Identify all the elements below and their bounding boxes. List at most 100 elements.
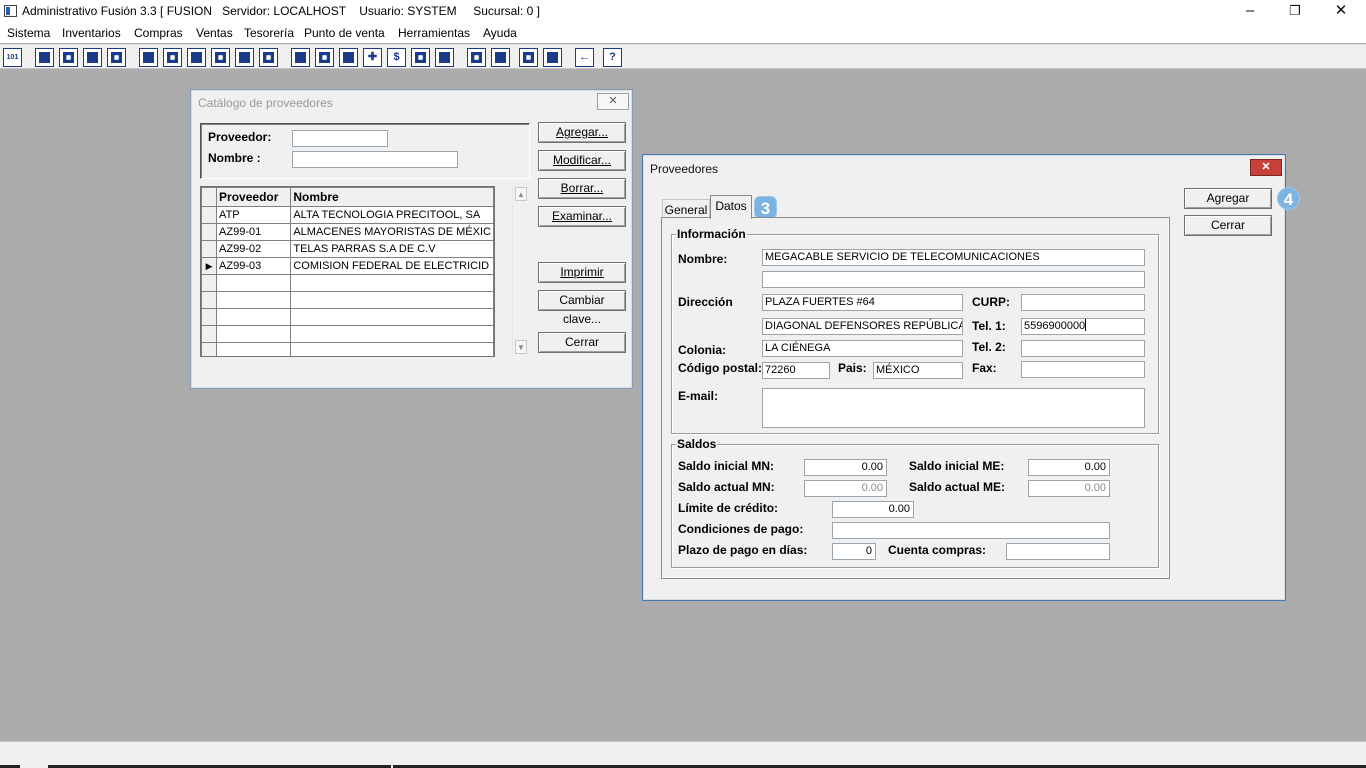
email-field[interactable] [762, 388, 1145, 428]
report-icon[interactable] [435, 48, 454, 67]
folder-icon[interactable] [163, 48, 182, 67]
limite-credito-field[interactable]: 0.00 [832, 501, 914, 518]
toolbar: 101 ✚ $ ←? [0, 44, 1366, 69]
table-row[interactable]: AZ99-02 TELAS PARRAS S.A DE C.V [201, 240, 494, 258]
step-badge-4: 4 [1277, 187, 1300, 210]
box-icon[interactable] [315, 48, 334, 67]
empty-row[interactable] [201, 325, 494, 343]
maximize-button[interactable]: ❐ [1272, 0, 1318, 23]
column-header-nombre[interactable]: Nombre [290, 187, 494, 207]
calculator-icon-glyph: 101 [6, 54, 19, 61]
scroll-down-icon[interactable]: ▼ [515, 340, 527, 354]
proveedores-cerrar-button[interactable]: Cerrar [1184, 215, 1272, 236]
menu-inventarios[interactable]: Inventarios [62, 26, 121, 40]
clipboard-icon[interactable] [59, 48, 78, 67]
table-row[interactable]: ATP ALTA TECNOLOGIA PRECITOOL, SA [201, 206, 494, 224]
fax-field[interactable] [1021, 361, 1145, 378]
saldo-inicial-mn-field[interactable]: 0.00 [804, 459, 887, 476]
menu-tesoreria[interactable]: Tesorería [244, 26, 294, 40]
refresh-icon[interactable] [519, 48, 538, 67]
printer-icon[interactable] [211, 48, 230, 67]
minimize-button[interactable]: – [1227, 0, 1273, 23]
catalog-cambiar-clave-button[interactable]: Cambiar clave... [538, 290, 626, 326]
codigo-postal-field[interactable]: 72260 [762, 362, 830, 379]
catalog-close-icon[interactable]: ✕ [597, 93, 629, 110]
cell-nombre[interactable]: TELAS PARRAS S.A DE C.V [290, 240, 494, 258]
colonia-field[interactable]: LA CIÉNEGA [762, 340, 963, 357]
cell-nombre[interactable]: ALTA TECNOLOGIA PRECITOOL, SA [290, 206, 494, 224]
catalog-cerrar-button[interactable]: Cerrar [538, 332, 626, 353]
nombre-field-1[interactable]: MEGACABLE SERVICIO DE TELECOMUNICACIONES [762, 249, 1145, 266]
add-icon[interactable]: ✚ [363, 48, 382, 67]
cell-proveedor[interactable]: AZ99-02 [216, 240, 292, 258]
proveedores-close-icon[interactable]: ✕ [1250, 159, 1282, 176]
catalog-examinar-button[interactable]: Examinar... [538, 206, 626, 227]
menu-ayuda[interactable]: Ayuda [483, 26, 517, 40]
row-indicator-selected: ▶ [201, 257, 218, 275]
limite-credito-label: Límite de crédito: [678, 501, 779, 515]
nombre-field-2[interactable] [762, 271, 1145, 288]
cell-nombre[interactable]: COMISION FEDERAL DE ELECTRICID [290, 257, 494, 275]
saldo-actual-mn-label: Saldo actual MN: [678, 480, 775, 494]
proveedor-search-input[interactable] [292, 130, 388, 147]
document-icon[interactable] [235, 48, 254, 67]
empty-row[interactable] [201, 342, 494, 356]
column-header-proveedor[interactable]: Proveedor [216, 187, 292, 207]
home-icon[interactable] [467, 48, 486, 67]
catalog-modificar-button[interactable]: Modificar... [538, 150, 626, 171]
menu-herramientas[interactable]: Herramientas [398, 26, 470, 40]
saldo-inicial-me-field[interactable]: 0.00 [1028, 459, 1110, 476]
table-row[interactable]: ▶ AZ99-03 COMISION FEDERAL DE ELECTRICID [201, 257, 494, 275]
menu-punto-de-venta[interactable]: Punto de venta [304, 26, 385, 40]
direccion-field-1[interactable]: PLAZA FUERTES #64 [762, 294, 963, 311]
calculator-icon[interactable]: 101 [3, 48, 22, 67]
tel2-field[interactable] [1021, 340, 1145, 357]
user-icon[interactable] [139, 48, 158, 67]
grid-vertical-scrollbar[interactable]: ▲ ▼ [512, 186, 528, 357]
condiciones-pago-field[interactable] [832, 522, 1110, 539]
cell-proveedor[interactable]: AZ99-01 [216, 223, 292, 241]
menu-compras[interactable]: Compras [134, 26, 183, 40]
menu-ventas[interactable]: Ventas [196, 26, 233, 40]
search-doc-icon[interactable] [107, 48, 126, 67]
catalog-imprimir-button[interactable]: Imprimir [538, 262, 626, 283]
table-row[interactable]: AZ99-01 ALMACENES MAYORISTAS DE MÉXIC [201, 223, 494, 241]
empty-row[interactable] [201, 291, 494, 309]
saldo-inicial-mn-label: Saldo inicial MN: [678, 459, 775, 473]
exchange-icon[interactable] [83, 48, 102, 67]
undo-icon[interactable] [543, 48, 562, 67]
plazo-pago-field[interactable]: 0 [832, 543, 876, 560]
pais-field[interactable]: MÉXICO [873, 362, 963, 379]
datos-tab-panel: Información Nombre: MEGACABLE SERVICIO D… [661, 217, 1170, 579]
back-arrow-icon[interactable]: ← [575, 48, 594, 67]
menu-sistema[interactable]: Sistema [7, 26, 50, 40]
cell-nombre[interactable]: ALMACENES MAYORISTAS DE MÉXIC [290, 223, 494, 241]
money-icon-glyph: $ [393, 51, 400, 63]
cell-proveedor[interactable]: AZ99-03 [216, 257, 292, 275]
empty-row[interactable] [201, 308, 494, 326]
cell-proveedor[interactable]: ATP [216, 206, 292, 224]
tel1-field[interactable]: 5596900000 [1021, 318, 1145, 335]
print-preview-icon[interactable] [187, 48, 206, 67]
tab-datos[interactable]: Datos [710, 195, 752, 219]
empty-row[interactable] [201, 274, 494, 292]
direccion-field-2[interactable]: DIAGONAL DEFENSORES REPÚBLICA [762, 318, 963, 335]
help-icon[interactable]: ? [603, 48, 622, 67]
nombre-search-input[interactable] [292, 151, 458, 168]
status-bar [0, 741, 1366, 768]
list-icon[interactable] [259, 48, 278, 67]
scroll-up-icon[interactable]: ▲ [515, 187, 527, 201]
curp-field[interactable] [1021, 294, 1145, 311]
catalog-agregar-button[interactable]: Agregar... [538, 122, 626, 143]
cuenta-compras-field[interactable] [1006, 543, 1110, 560]
proveedores-grid[interactable]: Proveedor Nombre ATP ALTA TECNOLOGIA PRE… [200, 186, 495, 357]
export-icon[interactable] [339, 48, 358, 67]
close-window-button[interactable]: ✕ [1318, 0, 1364, 23]
proveedores-agregar-button[interactable]: Agregar [1184, 188, 1272, 209]
zoom-icon[interactable] [491, 48, 510, 67]
catalog-borrar-button[interactable]: Borrar... [538, 178, 626, 199]
copy-icon[interactable] [35, 48, 54, 67]
money-icon[interactable]: $ [387, 48, 406, 67]
invoice-icon[interactable] [411, 48, 430, 67]
binoculars-icon[interactable] [291, 48, 310, 67]
